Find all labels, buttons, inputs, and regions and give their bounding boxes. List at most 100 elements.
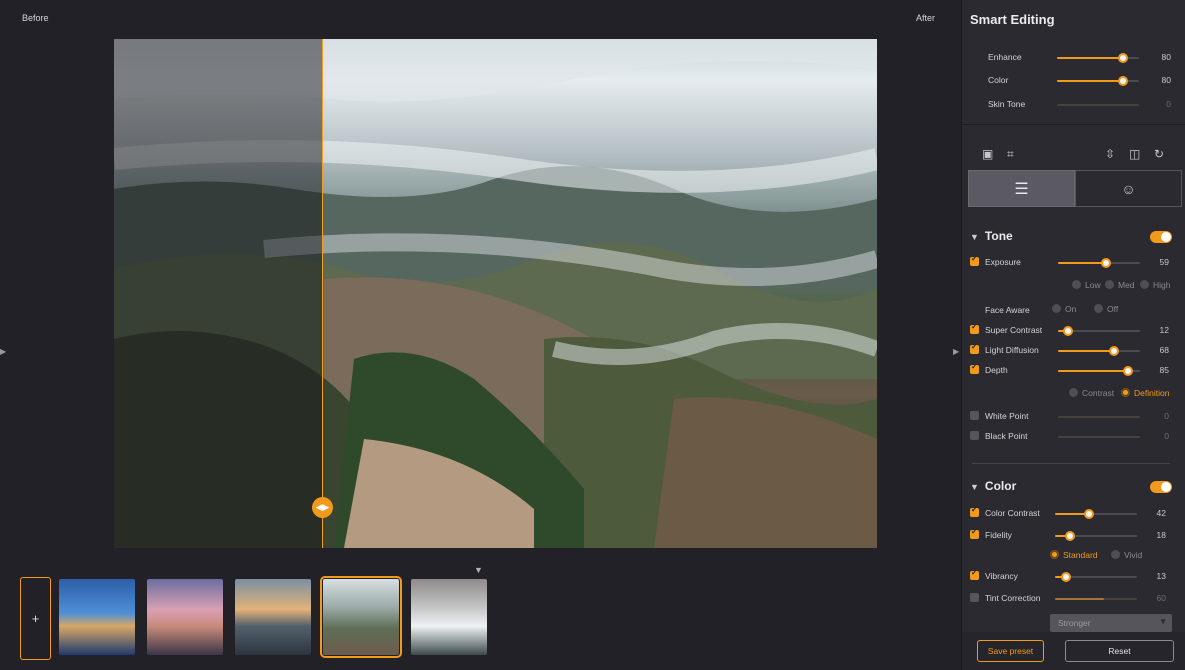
image-icon[interactable]: ▣	[982, 147, 993, 161]
light-diffusion-label: Light Diffusion	[985, 345, 1039, 355]
black-point-slider[interactable]	[1058, 436, 1140, 438]
face-aware-off-radio[interactable]: Off	[1094, 304, 1118, 314]
exposure-med-label: Med	[1118, 280, 1135, 290]
skin-tone-slider[interactable]	[1057, 104, 1139, 106]
collapse-triangle-icon: ▼	[970, 232, 979, 242]
super-contrast-slider[interactable]	[1058, 326, 1140, 336]
tint-correction-slider[interactable]	[1055, 598, 1137, 600]
super-contrast-knob[interactable]	[1062, 326, 1073, 336]
flip-vertical-icon[interactable]: ⇳	[1105, 147, 1115, 161]
fidelity-slider[interactable]	[1055, 531, 1137, 541]
depth-definition-radio[interactable]: Definition	[1121, 388, 1169, 398]
vibrancy-slider[interactable]	[1055, 572, 1137, 582]
vibrancy-label: Vibrancy	[985, 571, 1018, 581]
vibrancy-knob[interactable]	[1060, 572, 1071, 582]
color-row: Color 80	[962, 74, 1185, 88]
split-compare-handle-icon[interactable]: ◀▶	[312, 497, 333, 518]
exposure-label: Exposure	[985, 257, 1021, 267]
color-toggle[interactable]	[1150, 481, 1172, 493]
exposure-fill	[1058, 262, 1107, 264]
white-point-value: 0	[1164, 411, 1169, 421]
depth-definition-label: Definition	[1134, 388, 1170, 398]
exposure-knob[interactable]	[1101, 258, 1112, 268]
enhance-slider[interactable]	[1057, 53, 1139, 63]
depth-contrast-radio[interactable]: Contrast	[1069, 388, 1114, 398]
black-point-checkbox[interactable]	[970, 431, 979, 440]
tint-mode-select[interactable]: Stronger ▼	[1050, 614, 1172, 632]
depth-knob[interactable]	[1122, 366, 1133, 376]
after-label: After	[916, 13, 936, 23]
face-aware-on-label: On	[1065, 304, 1077, 314]
exposure-low-radio[interactable]: Low	[1072, 280, 1101, 290]
thumbnail-city-sunset[interactable]	[235, 579, 311, 655]
color-knob[interactable]	[1117, 76, 1128, 86]
exposure-checkbox[interactable]	[970, 254, 979, 266]
tint-correction-checkbox[interactable]	[970, 593, 979, 602]
preview-area: Before After ▶ ▶ ◀▶ ▼ +	[0, 0, 961, 670]
exposure-slider[interactable]	[1058, 258, 1140, 268]
exposure-high-radio[interactable]: High	[1140, 280, 1170, 290]
white-point-label: White Point	[985, 411, 1029, 421]
fidelity-vivid-radio[interactable]: Vivid	[1111, 550, 1142, 560]
split-line[interactable]	[322, 39, 323, 548]
color-contrast-row: Color Contrast 42	[962, 505, 1185, 521]
light-diffusion-row: Light Diffusion 68	[962, 342, 1185, 358]
collapse-right-icon[interactable]: ▶	[953, 347, 959, 356]
tone-section-header[interactable]: ▼ Tone	[970, 229, 1013, 243]
fidelity-knob[interactable]	[1064, 531, 1075, 541]
tint-correction-row: Tint Correction 60	[962, 592, 1185, 606]
portrait-tab-icon: ☺	[1121, 180, 1136, 197]
black-point-row: Black Point 0	[962, 430, 1185, 444]
depth-checkbox[interactable]	[970, 362, 979, 374]
depth-fill	[1058, 370, 1128, 372]
save-preset-button[interactable]: Save preset	[977, 640, 1044, 662]
thumbnail-dubai-skyline[interactable]	[147, 579, 223, 655]
color-slider[interactable]	[1057, 76, 1139, 86]
flip-horizontal-icon[interactable]: ◫	[1129, 147, 1140, 161]
vibrancy-checkbox[interactable]	[970, 568, 979, 580]
depth-contrast-label: Contrast	[1082, 388, 1115, 398]
thumbnail-venice-canals[interactable]	[59, 579, 135, 655]
panel-title: Smart Editing	[970, 12, 1055, 27]
tint-correction-label: Tint Correction	[985, 593, 1041, 603]
depth-label: Depth	[985, 365, 1008, 375]
exposure-row: Exposure 59	[962, 254, 1185, 270]
face-aware-on-radio[interactable]: On	[1052, 304, 1076, 314]
skin-tone-row: Skin Tone 0	[962, 98, 1185, 112]
tone-title: Tone	[984, 229, 1013, 243]
tint-mode-value: Stronger	[1058, 618, 1091, 628]
light-diffusion-checkbox[interactable]	[970, 342, 979, 354]
portrait-tab[interactable]: ☺	[1075, 170, 1182, 207]
depth-value: 85	[1159, 365, 1169, 375]
thumbnail-misty-mountain-village[interactable]	[320, 576, 402, 658]
color-section-header[interactable]: ▼ Color	[970, 479, 1016, 493]
rotate-icon[interactable]: ↻	[1154, 147, 1164, 161]
photo-canvas[interactable]: ◀▶	[114, 39, 877, 548]
tone-toggle[interactable]	[1150, 231, 1172, 243]
fidelity-checkbox[interactable]	[970, 527, 979, 539]
crop-icon[interactable]: ⌗	[1007, 147, 1014, 162]
enhance-knob[interactable]	[1117, 53, 1128, 63]
adjustments-tab-icon: ☰	[1014, 180, 1029, 198]
depth-slider[interactable]	[1058, 366, 1140, 376]
adjustments-tab[interactable]: ☰	[968, 170, 1075, 207]
color-contrast-checkbox[interactable]	[970, 505, 979, 517]
super-contrast-checkbox[interactable]	[970, 322, 979, 334]
collapse-left-icon[interactable]: ▶	[0, 347, 6, 356]
color-contrast-slider[interactable]	[1055, 509, 1137, 519]
enhance-value: 80	[1161, 52, 1171, 62]
color-contrast-knob[interactable]	[1084, 509, 1095, 519]
white-point-checkbox[interactable]	[970, 411, 979, 420]
light-diffusion-slider[interactable]	[1058, 346, 1140, 356]
enhance-fill	[1057, 57, 1123, 59]
light-diffusion-knob[interactable]	[1108, 346, 1119, 356]
filmstrip-toggle-icon[interactable]: ▼	[474, 565, 483, 575]
fidelity-standard-radio[interactable]: Standard	[1050, 550, 1098, 560]
reset-button[interactable]: Reset	[1065, 640, 1174, 662]
fidelity-vivid-label: Vivid	[1124, 550, 1143, 560]
white-point-slider[interactable]	[1058, 416, 1140, 418]
face-aware-off-label: Off	[1107, 304, 1119, 314]
exposure-med-radio[interactable]: Med	[1105, 280, 1135, 290]
thumbnail-waterfall-snow[interactable]	[411, 579, 487, 655]
add-image-button[interactable]: +	[20, 577, 51, 660]
